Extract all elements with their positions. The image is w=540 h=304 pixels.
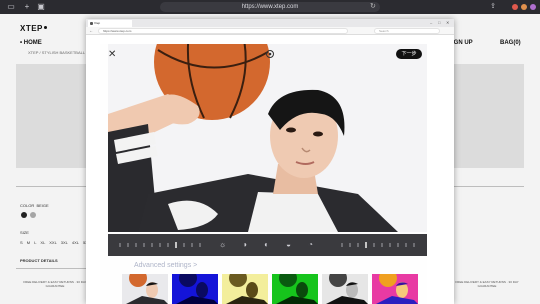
- settings-icon[interactable]: [265, 49, 275, 59]
- filter-thumb-bw[interactable]: [322, 274, 368, 304]
- maximize-icon[interactable]: □: [438, 19, 440, 27]
- inner-tab[interactable]: Xtep: [88, 20, 132, 27]
- share-icon[interactable]: ⇪: [488, 2, 498, 12]
- inner-search-field[interactable]: Search: [374, 28, 440, 34]
- screen: ▭ + ▣ https://www.xtep.com ↻ ⇪ XTEP • HO…: [0, 0, 540, 304]
- adjustment-toolbar: ☼ ◑ ◐ ◒ ◔: [108, 234, 427, 256]
- nav-home[interactable]: • HOME: [20, 40, 42, 46]
- edited-photo: [108, 44, 427, 232]
- new-tab-button[interactable]: +: [22, 2, 32, 12]
- swatch-grey[interactable]: [30, 212, 36, 218]
- address-bar[interactable]: https://www.xtep.com: [160, 2, 380, 12]
- red-dot-icon[interactable]: [512, 4, 518, 10]
- nav-bag[interactable]: BAG(0): [500, 40, 521, 46]
- minimize-icon[interactable]: –: [430, 19, 432, 27]
- half-circle-icon[interactable]: ◐: [262, 240, 271, 249]
- swatch-black[interactable]: [21, 212, 27, 218]
- inner-url-field[interactable]: https://www.xtep.com: [98, 28, 348, 34]
- size-label: SIZE: [20, 230, 29, 235]
- orange-dot-icon[interactable]: [521, 4, 527, 10]
- filter-thumb-blue[interactable]: [172, 274, 218, 304]
- photo-editor-modal: ✕ 下一步 ☼ ◑ ◐ ◒ ◔ Advanced settings >: [100, 44, 427, 304]
- logo-dot-icon: [44, 26, 47, 29]
- contrast-icon[interactable]: ◑: [240, 240, 249, 249]
- close-window-icon[interactable]: ✕: [446, 19, 449, 27]
- favicon-icon: [90, 22, 93, 25]
- sidebar-icon[interactable]: ▭: [6, 2, 16, 12]
- sun-icon[interactable]: ☼: [218, 240, 227, 249]
- color-label-text: COLOR: [20, 203, 35, 208]
- inner-browser-window: Xtep – □ ✕ ← https://www.xtep.com Search: [86, 19, 454, 304]
- product-details-link[interactable]: PRODUCT DETAILS: [20, 258, 58, 263]
- browser-toolbar: ▭ + ▣ https://www.xtep.com ↻ ⇪: [0, 0, 540, 14]
- footer-note-right: FREE DELIVERY & EASY RETURNS · 30 DAY GU…: [455, 280, 519, 288]
- filter-thumb-pop[interactable]: [372, 274, 418, 304]
- divider: [16, 268, 86, 269]
- portrait-illustration: [108, 44, 427, 232]
- reload-icon[interactable]: ↻: [370, 2, 376, 12]
- tone-icon[interactable]: ◔: [306, 240, 315, 249]
- filter-thumb-original[interactable]: [122, 274, 168, 304]
- circle-half-icon[interactable]: ◒: [284, 240, 293, 249]
- left-ruler-slider[interactable]: [118, 242, 206, 248]
- purple-dot-icon[interactable]: [530, 4, 536, 10]
- right-ruler-slider[interactable]: [340, 242, 422, 248]
- product-image-left: [16, 64, 86, 168]
- inner-address-row: ← https://www.xtep.com Search: [86, 27, 454, 35]
- filter-thumb-yellow[interactable]: [222, 274, 268, 304]
- size-options[interactable]: S M L XL XXL 3XL 4XL 5XL: [20, 240, 90, 245]
- filter-strip: [122, 274, 422, 304]
- filter-thumb-green[interactable]: [272, 274, 318, 304]
- tool-group: ☼ ◑ ◐ ◒ ◔: [216, 238, 336, 252]
- back-icon[interactable]: ←: [89, 27, 93, 35]
- inner-tab-bar: Xtep – □ ✕: [86, 19, 454, 27]
- color-label: COLOR BEIGE: [20, 203, 49, 208]
- inner-tab-title: Xtep: [94, 21, 101, 25]
- advanced-settings-link[interactable]: Advanced settings >: [134, 262, 197, 269]
- footer-note-left: FREE DELIVERY & EASY RETURNS · 30 DAY GU…: [23, 280, 87, 288]
- close-icon[interactable]: ✕: [108, 50, 116, 60]
- nav-home-label: HOME: [23, 40, 42, 46]
- site-logo[interactable]: XTEP: [20, 24, 43, 33]
- next-button[interactable]: 下一步: [396, 49, 422, 59]
- tab-overview-icon[interactable]: ▣: [36, 2, 46, 12]
- color-value: BEIGE: [36, 203, 49, 208]
